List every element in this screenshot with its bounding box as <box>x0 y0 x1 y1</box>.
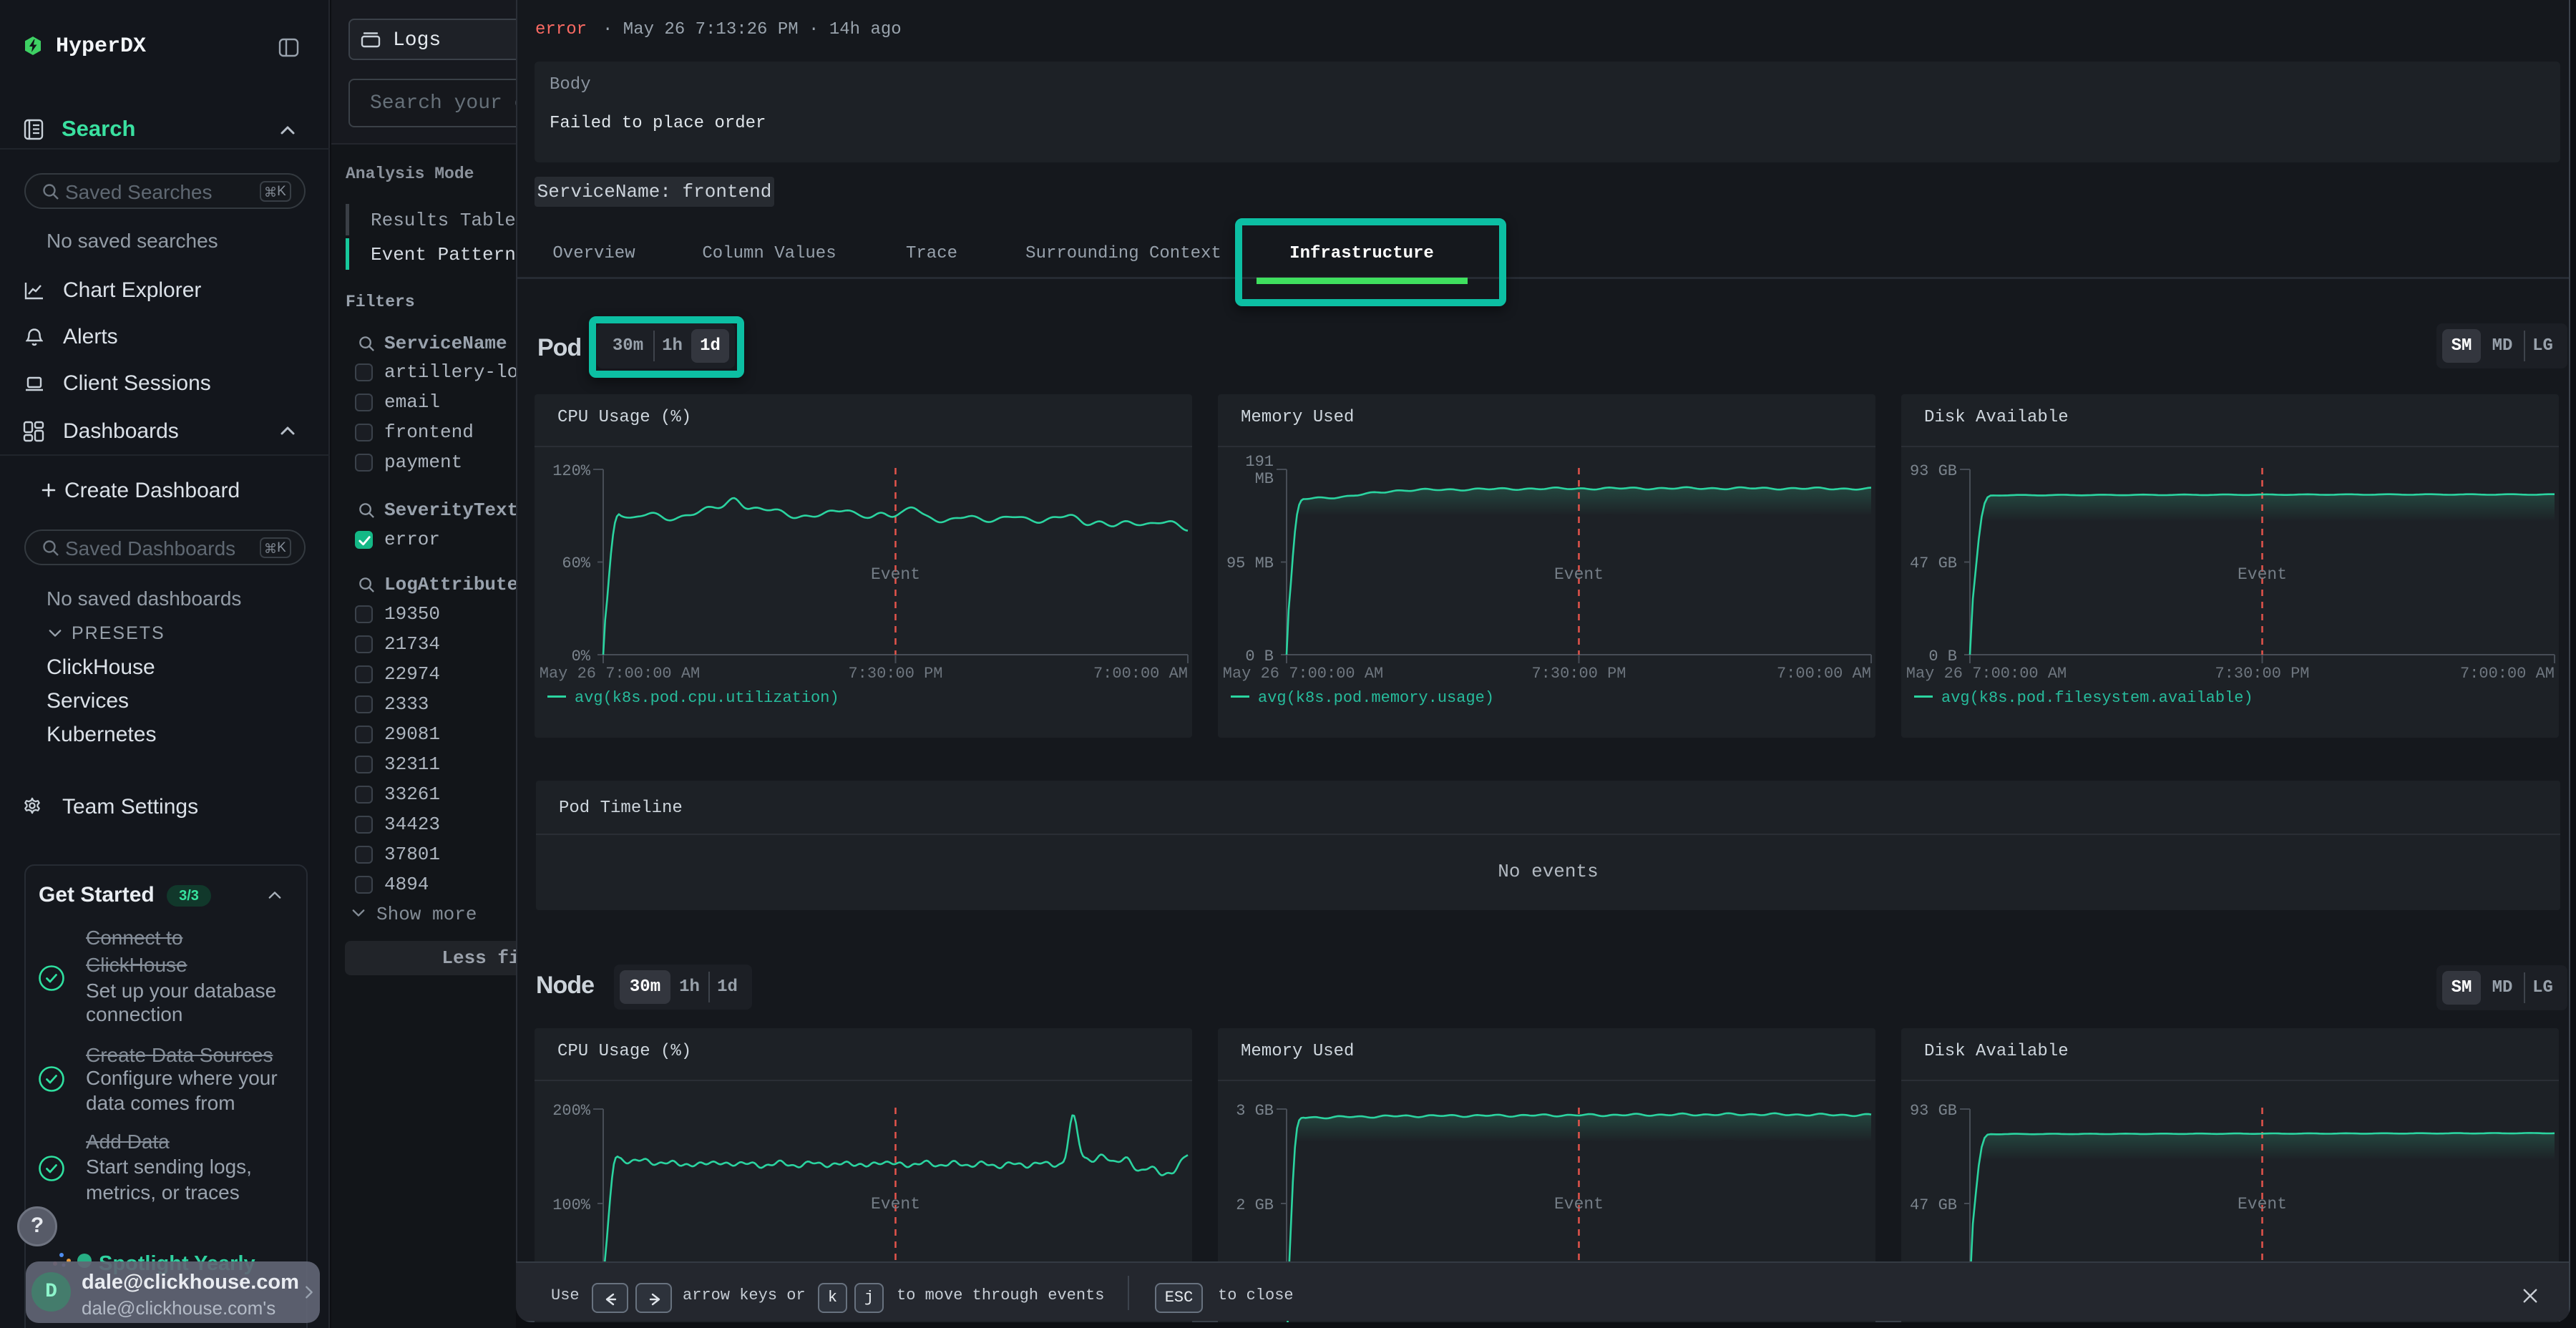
svg-text:0 B: 0 B <box>1245 648 1274 665</box>
svg-text:Event: Event <box>1554 565 1604 584</box>
svg-text:May 26 7:00:00 AM: May 26 7:00:00 AM <box>1906 665 2067 683</box>
svg-text:60%: 60% <box>562 555 590 572</box>
svg-text:Event: Event <box>1554 1195 1604 1214</box>
svg-text:7:30:00 PM: 7:30:00 PM <box>1531 665 1626 683</box>
svg-text:93 GB: 93 GB <box>1910 1102 1957 1120</box>
svg-text:7:00:00 AM: 7:00:00 AM <box>1093 665 1188 683</box>
svg-text:120%: 120% <box>552 462 591 480</box>
svg-text:7:00:00 AM: 7:00:00 AM <box>2460 665 2555 683</box>
svg-text:Event: Event <box>871 1195 920 1214</box>
svg-text:191: 191 <box>1245 453 1274 471</box>
svg-text:95 MB: 95 MB <box>1226 555 1274 572</box>
svg-text:47 GB: 47 GB <box>1910 555 1957 572</box>
svg-text:7:30:00 PM: 7:30:00 PM <box>2215 665 2309 683</box>
svg-text:May 26 7:00:00 AM: May 26 7:00:00 AM <box>1223 665 1383 683</box>
svg-text:Event: Event <box>871 565 920 584</box>
svg-text:7:30:00 PM: 7:30:00 PM <box>848 665 942 683</box>
svg-text:Event: Event <box>2238 1195 2287 1214</box>
svg-text:200%: 200% <box>552 1102 591 1120</box>
svg-text:May 26 7:00:00 AM: May 26 7:00:00 AM <box>540 665 700 683</box>
svg-text:100%: 100% <box>552 1196 591 1214</box>
svg-text:93 GB: 93 GB <box>1910 462 1957 480</box>
svg-text:0%: 0% <box>572 648 591 665</box>
svg-text:7:00:00 AM: 7:00:00 AM <box>1777 665 1871 683</box>
svg-text:3 GB: 3 GB <box>1236 1102 1274 1120</box>
svg-text:47 GB: 47 GB <box>1910 1196 1957 1214</box>
svg-text:2 GB: 2 GB <box>1236 1196 1274 1214</box>
svg-text:MB: MB <box>1255 470 1274 488</box>
svg-text:Event: Event <box>2238 565 2287 584</box>
svg-text:0 B: 0 B <box>1928 648 1957 665</box>
